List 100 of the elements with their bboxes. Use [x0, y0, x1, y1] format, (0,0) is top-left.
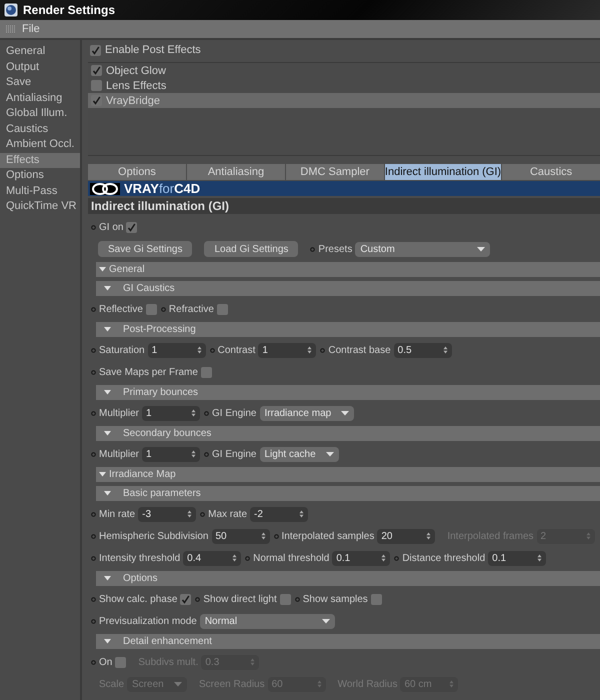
dot-icon — [204, 452, 210, 456]
number-field[interactable]: 1 — [142, 446, 200, 462]
section-header[interactable]: GI Caustics — [96, 281, 600, 296]
spinner-icon[interactable] — [537, 554, 542, 562]
number-field[interactable]: -2 — [250, 506, 308, 522]
sidebar-item[interactable]: Output — [0, 60, 80, 75]
menu-item[interactable]: File — [22, 23, 40, 35]
field-label: Normal threshold — [253, 552, 330, 564]
field-label: Multiplier — [99, 408, 140, 418]
checkbox[interactable] — [115, 656, 126, 668]
sidebar-item[interactable]: Options — [0, 168, 80, 184]
section-header[interactable]: Basic parameters — [96, 486, 600, 501]
section-header[interactable]: Secondary bounces — [96, 426, 600, 441]
caret-icon — [477, 246, 486, 252]
tab[interactable]: Antialiasing — [186, 164, 285, 180]
number-field[interactable]: 0.4 — [183, 550, 242, 566]
spinner-icon[interactable] — [191, 409, 196, 417]
checkbox[interactable] — [370, 594, 382, 604]
checkbox[interactable] — [216, 304, 228, 314]
spinner-icon[interactable] — [307, 346, 312, 354]
sidebar-item[interactable]: General — [0, 44, 80, 60]
field-label: Multiplier — [99, 448, 140, 460]
checkbox[interactable] — [90, 44, 101, 56]
dot-icon — [91, 618, 96, 624]
tab[interactable]: Options — [88, 164, 186, 180]
spinner-icon[interactable] — [442, 346, 448, 354]
effect-label: Object Glow — [106, 64, 166, 76]
caret-icon — [341, 410, 350, 416]
sidebar-item[interactable]: Effects — [0, 152, 80, 168]
section-header[interactable]: Post-Processing — [96, 322, 600, 337]
field-label: GI Engine — [212, 408, 256, 418]
checkbox[interactable] — [146, 304, 157, 314]
effect-item[interactable]: Lens Effects — [88, 78, 600, 93]
section-header[interactable]: Irradiance Map — [96, 467, 600, 482]
triangle-icon — [99, 472, 106, 477]
checkbox[interactable] — [200, 366, 212, 378]
field-label: Save Maps per Frame — [99, 366, 198, 378]
checkbox[interactable] — [280, 594, 291, 604]
spinner-icon[interactable] — [426, 532, 432, 540]
dot-icon — [91, 306, 96, 312]
sidebar-item[interactable]: Caustics — [0, 122, 80, 137]
sidebar-item[interactable]: Multi-Pass — [0, 184, 80, 199]
checkbox[interactable] — [126, 222, 138, 232]
settings-button[interactable]: Load Gi Settings — [204, 241, 298, 257]
sidebar-item[interactable]: QuickTime VR — [0, 199, 80, 214]
logo-text: VRAYforC4D — [124, 181, 200, 196]
checkbox-label: Enable Post Effects — [105, 44, 201, 56]
dot-icon — [310, 246, 316, 252]
triangle-icon — [99, 267, 106, 272]
dropdown[interactable]: Custom — [355, 242, 490, 256]
field-label: Contrast base — [328, 344, 391, 356]
field-label: Saturation — [99, 344, 145, 356]
number-field[interactable]: 50 — [212, 528, 270, 544]
sidebar-item[interactable]: Save — [0, 75, 80, 90]
sidebar-item[interactable]: Antialiasing — [0, 90, 80, 106]
section-header[interactable]: Primary bounces — [96, 385, 600, 400]
dropdown[interactable]: Normal — [200, 614, 335, 628]
checkbox[interactable] — [91, 95, 102, 106]
spinner-icon[interactable] — [381, 554, 386, 562]
checkbox[interactable] — [91, 65, 102, 76]
number-field[interactable]: 0.1 — [332, 550, 390, 566]
spinner-icon[interactable] — [196, 346, 202, 354]
tab[interactable]: DMC Sampler — [286, 164, 384, 180]
number-field[interactable]: 0.1 — [488, 550, 546, 566]
checkbox[interactable] — [180, 594, 192, 604]
effect-item[interactable]: VrayBridge — [88, 93, 600, 108]
number-field[interactable]: 20 — [377, 528, 436, 544]
section-header[interactable]: Options — [96, 571, 600, 586]
checkbox[interactable] — [91, 80, 102, 91]
number-field[interactable]: 1 — [258, 342, 316, 358]
effect-label: VrayBridge — [106, 94, 160, 106]
number-field[interactable]: -3 — [138, 506, 196, 522]
number-field[interactable]: 0.5 — [394, 342, 452, 358]
dot-icon — [91, 512, 96, 516]
number-field[interactable]: 1 — [148, 342, 206, 358]
dot-icon — [200, 512, 206, 516]
section-header[interactable]: Detail enhancement — [96, 634, 600, 649]
spinner-icon[interactable] — [299, 510, 304, 518]
field-label: Refractive — [168, 304, 214, 314]
sidebar-item[interactable]: Ambient Occl. — [0, 137, 80, 152]
dropdown[interactable]: Light cache — [260, 446, 339, 462]
spinner-icon[interactable] — [191, 450, 196, 458]
tab[interactable]: Caustics — [502, 164, 600, 180]
dot-icon — [204, 410, 210, 416]
settings-button[interactable]: Save Gi Settings — [98, 241, 192, 257]
number-field[interactable]: 1 — [142, 406, 200, 420]
caret-icon — [174, 682, 182, 686]
spinner-icon[interactable] — [187, 510, 192, 518]
dropdown[interactable]: Irradiance map — [260, 406, 354, 420]
spinner-icon[interactable] — [260, 532, 266, 540]
section-header[interactable]: General — [96, 262, 600, 277]
caret-icon — [322, 618, 330, 624]
sidebar-item[interactable]: Global Illum. — [0, 106, 80, 122]
dot-icon — [320, 348, 326, 352]
field-label: Distance threshold — [402, 552, 486, 564]
tab[interactable]: Indirect illumination (GI) — [384, 164, 502, 180]
dot-icon — [91, 534, 96, 538]
spinner-icon[interactable] — [232, 554, 238, 562]
triangle-icon — [104, 576, 111, 581]
effect-item[interactable]: Object Glow — [88, 63, 600, 78]
